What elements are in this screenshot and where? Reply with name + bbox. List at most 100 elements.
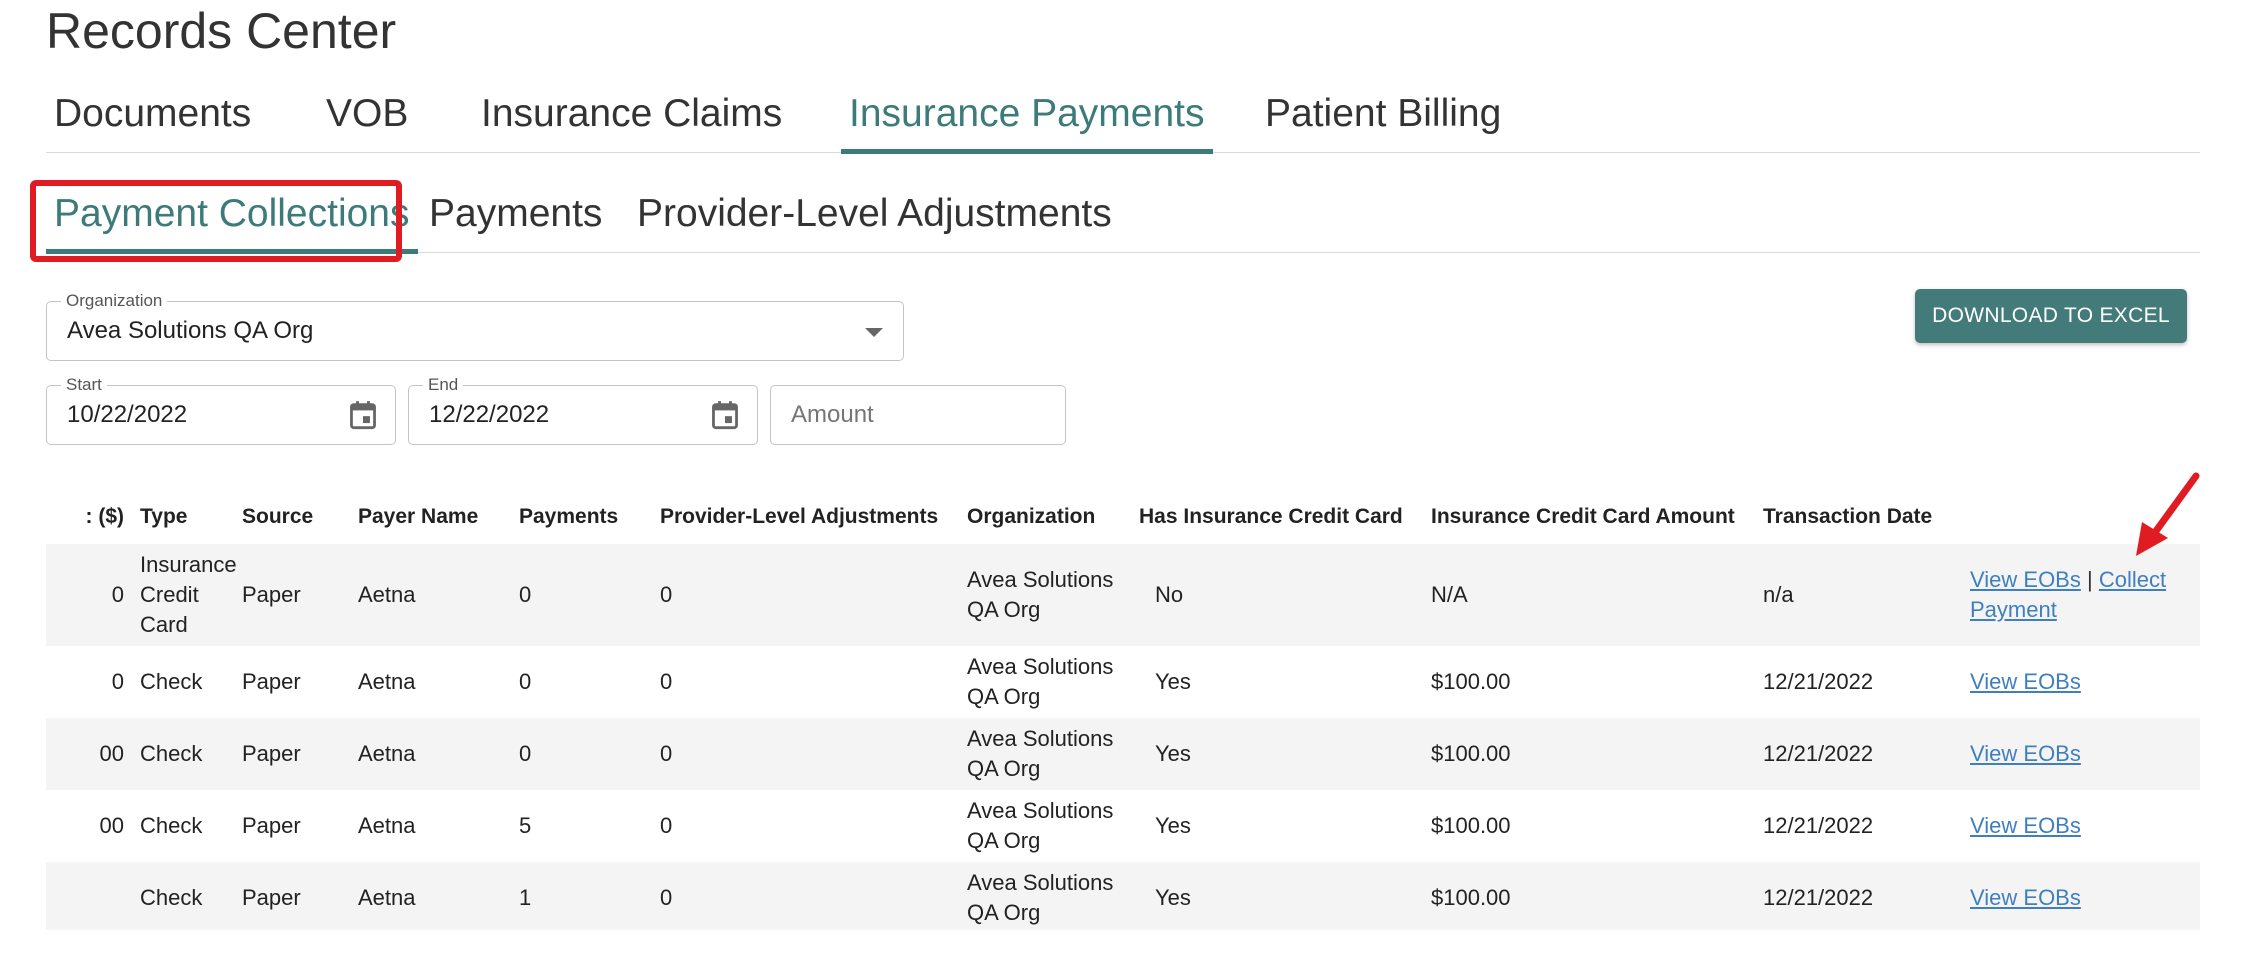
payments-cell: 0 <box>519 741 532 766</box>
adjustments-cell: 0 <box>660 669 673 694</box>
adjustments-cell: 0 <box>660 813 673 838</box>
organization-cell: Avea Solutions QA Org <box>967 654 1114 709</box>
type-cell: Check <box>140 813 203 838</box>
adjustments-cell: 0 <box>660 582 673 607</box>
date-cell: 12/21/2022 <box>1763 885 1874 910</box>
payments-cell: 0 <box>519 582 532 607</box>
tab-vob[interactable]: VOB <box>318 86 416 152</box>
actions-cell: View EOBs <box>1958 646 2200 718</box>
type-cell: Check <box>140 669 203 694</box>
source-cell: Paper <box>242 885 301 910</box>
calendar-icon[interactable] <box>349 400 377 430</box>
type-cell: Insurance Credit Card <box>140 552 237 637</box>
payments-cell: 1 <box>519 885 532 910</box>
payer-cell: Aetna <box>358 741 416 766</box>
adjustments-cell: 0 <box>660 741 673 766</box>
column-header: Source <box>242 505 314 528</box>
payer-cell: Aetna <box>358 582 416 607</box>
tab-insurance-payments[interactable]: Insurance Payments <box>841 86 1213 154</box>
card-amount-cell: $100.00 <box>1431 885 1511 910</box>
column-header: Payments <box>519 505 619 528</box>
download-to-excel-button[interactable]: DOWNLOAD TO EXCEL <box>1915 289 2187 343</box>
source-cell: Paper <box>242 669 301 694</box>
organization-cell: Avea Solutions QA Org <box>967 870 1114 925</box>
table-row: 00 Check Paper Aetna 0 0 Avea Solutions … <box>46 718 2200 790</box>
actions-cell: View EOBs <box>1958 790 2200 862</box>
payer-cell: Aetna <box>358 885 416 910</box>
amount-cell: 00 <box>99 741 124 766</box>
view-eobs-link[interactable]: View EOBs <box>1970 885 2081 910</box>
amount-cell: 0 <box>111 582 124 607</box>
adjustments-cell: 0 <box>660 885 673 910</box>
actions-cell: View EOBs <box>1958 862 2200 930</box>
source-cell: Paper <box>242 582 301 607</box>
has-card-cell: Yes <box>1155 885 1191 910</box>
has-card-cell: Yes <box>1155 669 1191 694</box>
column-header: Payer Name <box>358 505 479 528</box>
has-card-cell: Yes <box>1155 813 1191 838</box>
amount-cell: 0 <box>111 669 124 694</box>
calendar-icon[interactable] <box>711 400 739 430</box>
subtab-payments[interactable]: Payments <box>421 186 610 252</box>
has-card-cell: No <box>1155 582 1184 607</box>
view-eobs-link[interactable]: View EOBs <box>1970 669 2081 694</box>
red-arrow-annotation-icon <box>2136 472 2200 556</box>
date-cell: 12/21/2022 <box>1763 669 1874 694</box>
payments-cell: 5 <box>519 813 532 838</box>
start-date-field[interactable]: Start 10/22/2022 <box>46 375 396 445</box>
date-cell: n/a <box>1763 582 1794 607</box>
amount-field[interactable] <box>770 385 1066 445</box>
actions-cell: View EOBs <box>1958 718 2200 790</box>
amount-cell <box>46 862 128 930</box>
action-separator: | <box>2086 567 2093 592</box>
column-header: Has Insurance Credit Card <box>1139 505 1403 528</box>
tab-insurance-claims[interactable]: Insurance Claims <box>473 86 790 152</box>
view-eobs-link[interactable]: View EOBs <box>1970 567 2081 592</box>
payer-cell: Aetna <box>358 669 416 694</box>
column-header: Organization <box>967 505 1096 528</box>
view-eobs-link[interactable]: View EOBs <box>1970 813 2081 838</box>
column-header: Type <box>140 505 188 528</box>
column-header: Transaction Date <box>1763 505 1933 528</box>
end-date-field[interactable]: End 12/22/2022 <box>408 375 758 445</box>
date-cell: 12/21/2022 <box>1763 741 1874 766</box>
table-row: 0 Check Paper Aetna 0 0 Avea Solutions Q… <box>46 646 2200 718</box>
table-header-row: : ($) Type Source Payer Name Payments Pr… <box>46 490 2200 544</box>
tab-documents[interactable]: Documents <box>46 86 259 152</box>
organization-value: Avea Solutions QA Org <box>67 317 314 344</box>
dropdown-caret-icon[interactable] <box>865 328 883 337</box>
view-eobs-link[interactable]: View EOBs <box>1970 741 2081 766</box>
amount-cell: 00 <box>99 813 124 838</box>
page-title: Records Center <box>46 3 397 59</box>
payment-collections-table: : ($) Type Source Payer Name Payments Pr… <box>46 490 2200 930</box>
organization-cell: Avea Solutions QA Org <box>967 798 1114 853</box>
end-value: 12/22/2022 <box>429 401 550 428</box>
organization-select[interactable]: Organization Avea Solutions QA Org <box>46 291 904 361</box>
card-amount-cell: N/A <box>1431 582 1468 607</box>
organization-cell: Avea Solutions QA Org <box>967 567 1114 622</box>
start-value: 10/22/2022 <box>67 401 188 428</box>
table-row: 00 Check Paper Aetna 5 0 Avea Solutions … <box>46 790 2200 862</box>
table-row: Check Paper Aetna 1 0 Avea Solutions QA … <box>46 862 2200 930</box>
type-cell: Check <box>140 885 203 910</box>
source-cell: Paper <box>242 813 301 838</box>
organization-cell: Avea Solutions QA Org <box>967 726 1114 781</box>
column-header: Provider-Level Adjustments <box>660 505 939 528</box>
table-row: 0 Insurance Credit Card Paper Aetna 0 0 … <box>46 544 2200 646</box>
payments-cell: 0 <box>519 669 532 694</box>
card-amount-cell: $100.00 <box>1431 669 1511 694</box>
date-cell: 12/21/2022 <box>1763 813 1874 838</box>
highlight-box <box>30 180 402 262</box>
subtab-provider-level-adjustments[interactable]: Provider-Level Adjustments <box>629 186 1120 252</box>
tab-patient-billing[interactable]: Patient Billing <box>1257 86 1509 152</box>
payer-cell: Aetna <box>358 813 416 838</box>
column-header: Insurance Credit Card Amount <box>1431 505 1735 528</box>
amount-input[interactable] <box>791 401 1051 429</box>
card-amount-cell: $100.00 <box>1431 813 1511 838</box>
has-card-cell: Yes <box>1155 741 1191 766</box>
card-amount-cell: $100.00 <box>1431 741 1511 766</box>
main-tabs: Documents VOB Insurance Claims Insurance… <box>46 86 2200 154</box>
column-header: : ($) <box>85 505 125 528</box>
source-cell: Paper <box>242 741 301 766</box>
type-cell: Check <box>140 741 203 766</box>
